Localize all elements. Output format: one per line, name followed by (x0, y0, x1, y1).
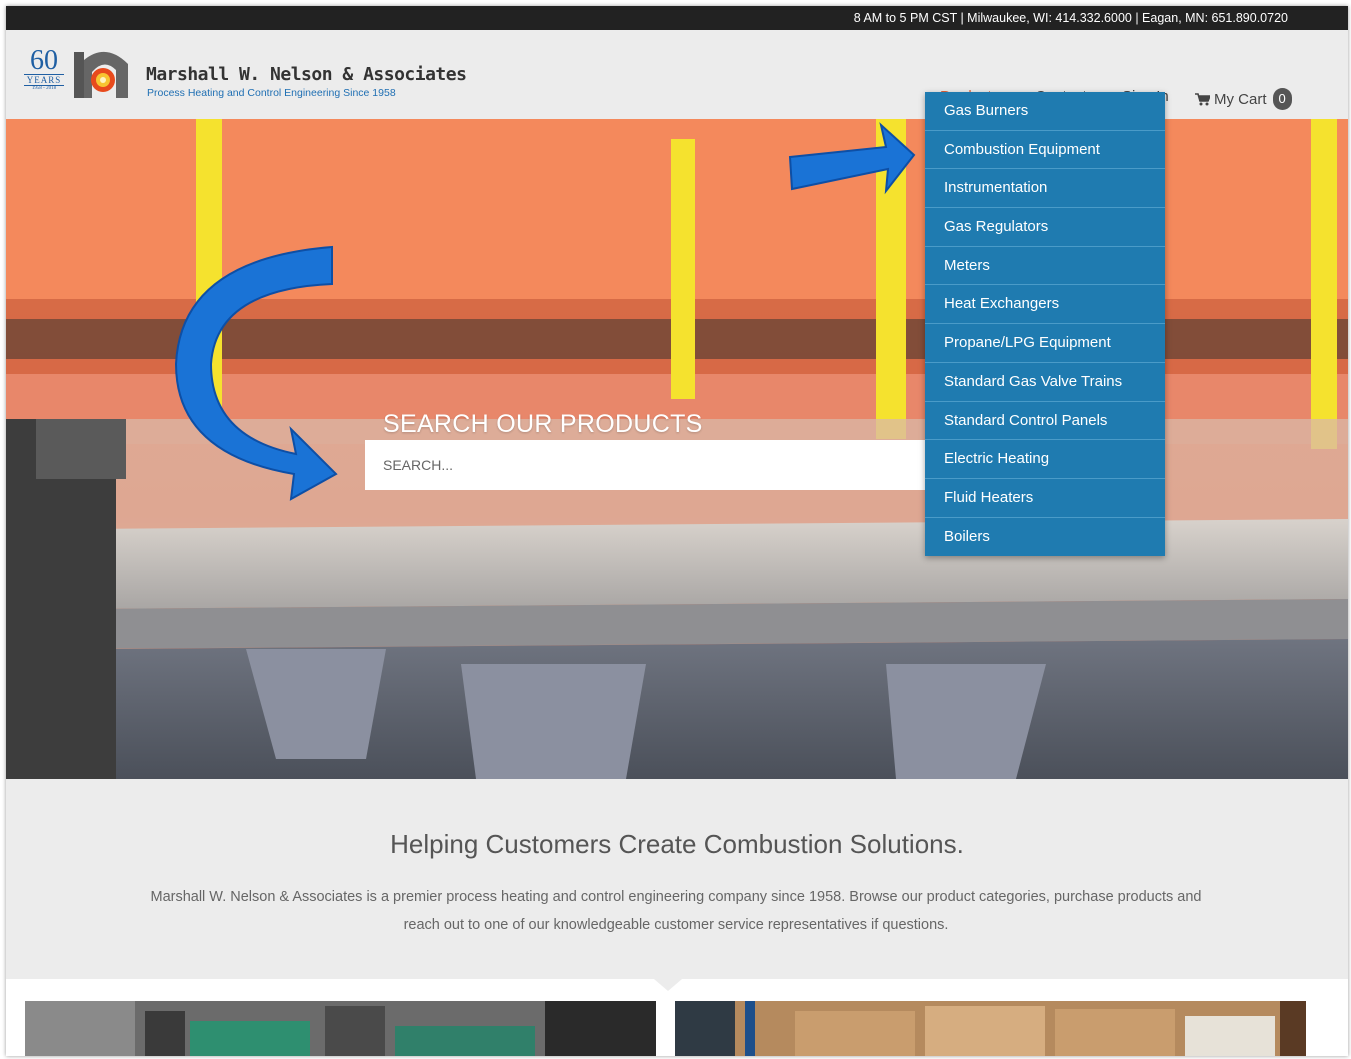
product-search-input[interactable] (365, 440, 945, 490)
menu-item-heat-exchangers[interactable]: Heat Exchangers (925, 285, 1165, 325)
menu-item-meters[interactable]: Meters (925, 247, 1165, 286)
years-number: 60 (30, 45, 58, 76)
category-thumbnail-1[interactable] (25, 1001, 656, 1056)
intro-section: Helping Customers Create Combustion Solu… (6, 779, 1348, 1056)
section-pointer-arrow (654, 979, 682, 991)
years-word: YEARS (24, 74, 64, 86)
category-thumbnail-2[interactable] (675, 1001, 1306, 1056)
menu-item-gas-regulators[interactable]: Gas Regulators (925, 208, 1165, 247)
menu-item-gas-burners[interactable]: Gas Burners (925, 92, 1165, 131)
menu-item-fluid-heaters[interactable]: Fluid Heaters (925, 479, 1165, 518)
menu-item-instrumentation[interactable]: Instrumentation (925, 169, 1165, 209)
sixty-years-logo[interactable]: 60 YEARS 1958 - 2018 (24, 45, 64, 91)
search-title: SEARCH OUR PRODUCTS (383, 410, 703, 438)
section-headline: Helping Customers Create Combustion Solu… (390, 829, 964, 859)
brand-tagline: Process Heating and Control Engineering … (147, 87, 396, 99)
nav-cart[interactable]: My Cart 0 (1195, 88, 1292, 110)
products-dropdown-menu: Gas Burners Combustion Equipment Instrum… (925, 92, 1165, 557)
cart-count-badge: 0 (1272, 88, 1292, 110)
menu-item-standard-gas-valve-trains[interactable]: Standard Gas Valve Trains (925, 363, 1165, 402)
menu-item-standard-control-panels[interactable]: Standard Control Panels (925, 402, 1165, 441)
brand-name[interactable]: Marshall W. Nelson & Associates (146, 64, 467, 85)
section-intro-text: Marshall W. Nelson & Associates is a pre… (150, 889, 1202, 933)
thumbnail-image-2 (675, 1001, 1306, 1056)
contact-info: 8 AM to 5 PM CST | Milwaukee, WI: 414.33… (853, 11, 1288, 25)
years-range: 1958 - 2018 (31, 86, 57, 91)
thumbnail-image-1 (25, 1001, 656, 1056)
menu-item-boilers[interactable]: Boilers (925, 518, 1165, 557)
menu-item-electric-heating[interactable]: Electric Heating (925, 440, 1165, 479)
cart-label: My Cart (1214, 90, 1267, 108)
cart-icon (1195, 92, 1210, 105)
contact-topbar: 8 AM to 5 PM CST | Milwaukee, WI: 414.33… (6, 6, 1348, 30)
menu-item-combustion-equipment[interactable]: Combustion Equipment (925, 131, 1165, 170)
menu-item-propane-lpg-equipment[interactable]: Propane/LPG Equipment (925, 324, 1165, 363)
company-logo-icon[interactable] (72, 48, 134, 100)
page-frame: 8 AM to 5 PM CST | Milwaukee, WI: 414.33… (6, 6, 1348, 1056)
